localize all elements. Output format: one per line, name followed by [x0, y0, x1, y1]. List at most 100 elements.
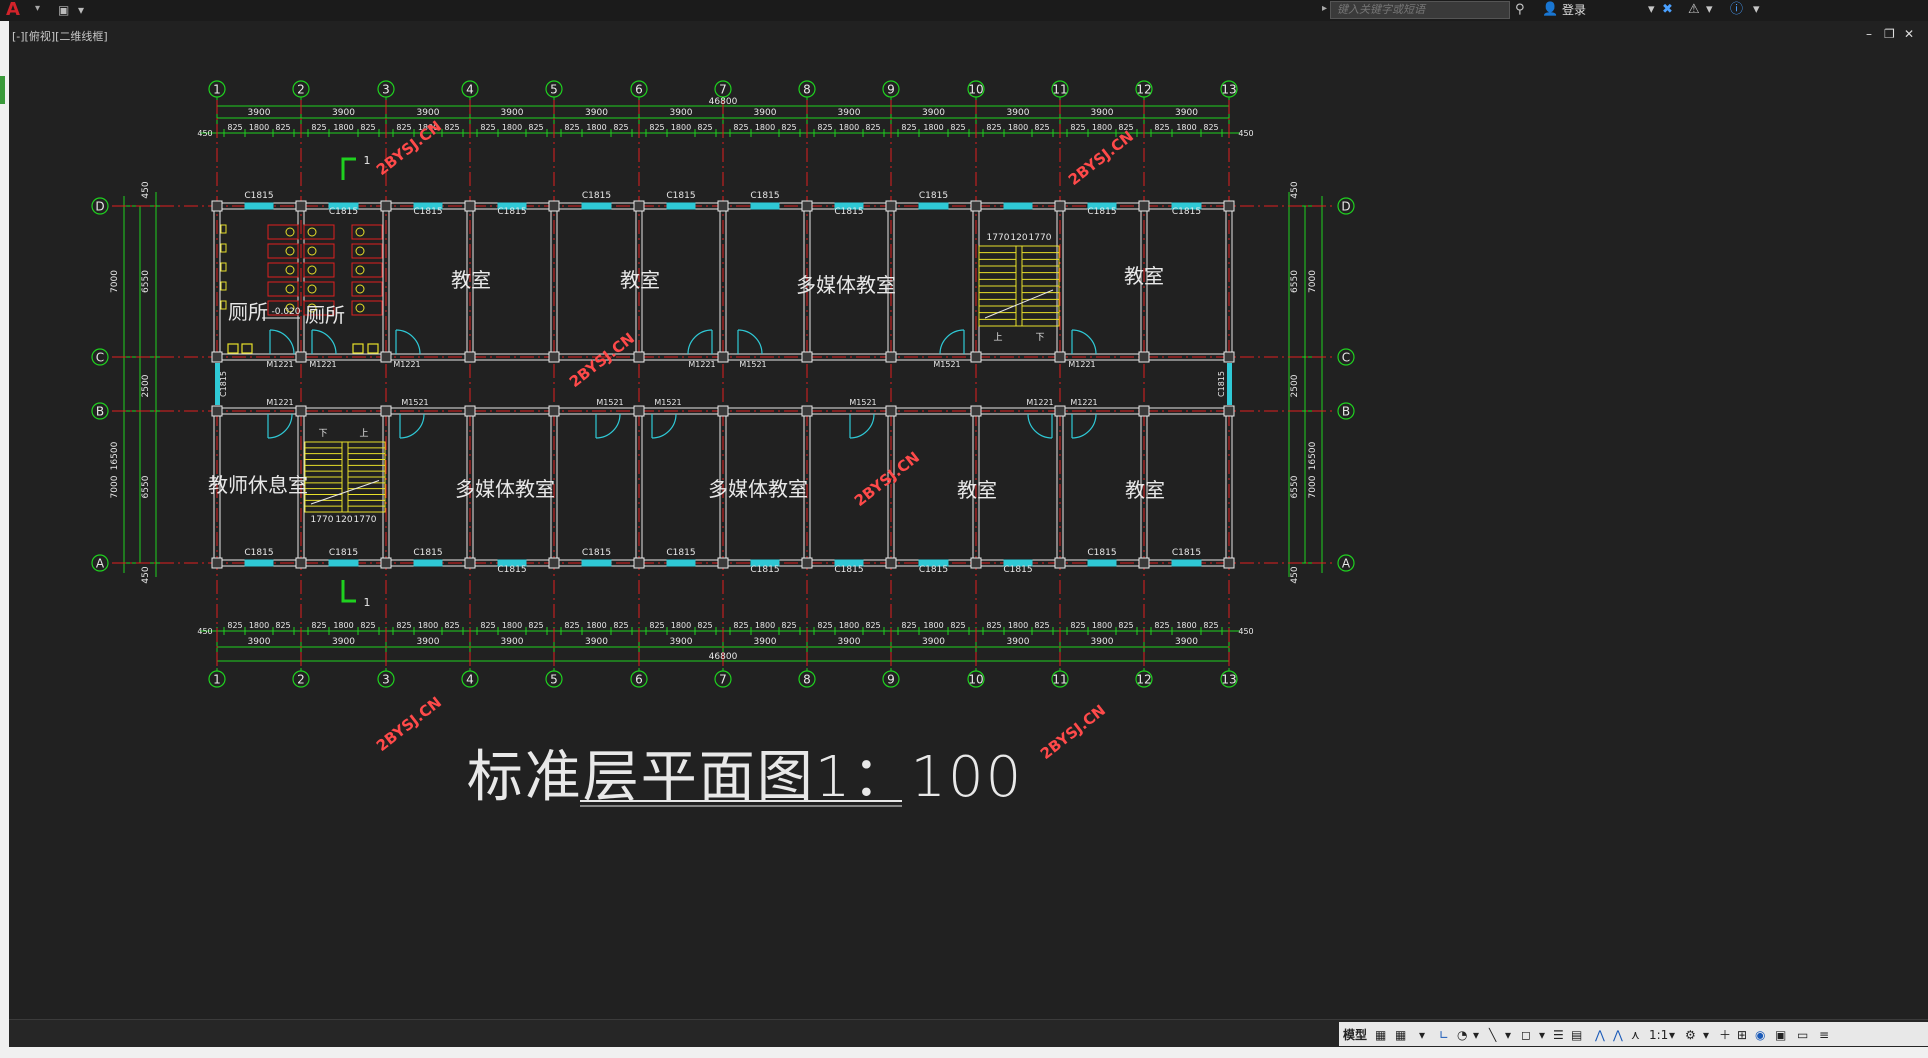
sub-dim-text: 825	[1154, 123, 1169, 132]
door-label: M1221	[1068, 360, 1095, 369]
save-icon[interactable]: ▣	[58, 2, 69, 18]
bay-dim-text: 3900	[1175, 108, 1198, 118]
window	[1087, 559, 1117, 567]
restore-icon[interactable]: ❐	[1884, 27, 1895, 41]
clean-screen-icon[interactable]: ▭	[1797, 1026, 1808, 1044]
binoculars-icon[interactable]: ⚲	[1515, 2, 1525, 18]
window-end	[1227, 363, 1232, 405]
sub-dim-text: 1800	[755, 123, 775, 132]
help-icon[interactable]: ⓘ	[1730, 2, 1743, 18]
search-input[interactable]	[1330, 1, 1510, 19]
sub-dim-text: 825	[1203, 621, 1218, 630]
side-tab[interactable]	[0, 76, 5, 104]
column	[1054, 200, 1066, 212]
polar-dropdown-icon[interactable]: ▾	[1473, 1026, 1479, 1044]
bay-dim-text: 3900	[922, 108, 945, 118]
column	[970, 405, 982, 417]
column	[1138, 351, 1150, 363]
minimize-icon[interactable]: –	[1866, 27, 1872, 41]
close-icon[interactable]: ✕	[1904, 27, 1914, 41]
osnap2-dropdown-icon[interactable]: ▾	[1539, 1026, 1545, 1044]
plus-icon[interactable]: ＋	[1719, 1026, 1731, 1044]
column	[211, 405, 223, 417]
window	[581, 559, 612, 567]
ortho-icon[interactable]: ∟	[1439, 1026, 1449, 1044]
sub-dim-text: 1800	[1008, 123, 1028, 132]
stair-well	[1015, 245, 1023, 327]
axis-number-label: 12	[1136, 673, 1151, 687]
a360-icon[interactable]: ⚠	[1688, 2, 1700, 18]
viewport-controls-label[interactable]: [-][俯视][二维线框]	[12, 28, 108, 44]
door-label: M1221	[688, 360, 715, 369]
column	[717, 351, 729, 363]
snap-dropdown-icon[interactable]: ▾	[1419, 1026, 1425, 1044]
annotation-auto-icon[interactable]: ⋏	[1631, 1026, 1640, 1044]
osnap-track-icon[interactable]: ╲	[1489, 1026, 1496, 1044]
annotation-visibility-icon[interactable]: ⋀	[1613, 1026, 1623, 1044]
bay-dim-text: 3900	[670, 108, 693, 118]
annotation-scale-value[interactable]: 1:1	[1649, 1026, 1668, 1044]
door-label: M1521	[849, 398, 876, 407]
room-label-厕所: 厕所	[305, 303, 345, 327]
sub-dim-text: 1800	[502, 123, 522, 132]
column	[548, 405, 560, 417]
axis-number-label: 8	[803, 673, 811, 687]
app-menu-dropdown-icon[interactable]: ▾	[35, 3, 40, 14]
window-label: C1815	[497, 207, 526, 217]
isolate-icon[interactable]: ◉	[1755, 1026, 1765, 1044]
window-label: C1815	[834, 565, 863, 575]
login-dropdown-icon[interactable]: ▾	[1648, 2, 1655, 18]
axis-letter-label: B	[96, 405, 104, 419]
sub-dim-text: 825	[360, 123, 375, 132]
customize-icon[interactable]: ≡	[1819, 1026, 1829, 1044]
hardware-icon[interactable]: ▣	[1775, 1026, 1786, 1044]
sub-dim-text: 825	[1118, 621, 1133, 630]
quick-access-dropdown-icon[interactable]: ▾	[78, 2, 84, 18]
a360-dropdown-icon[interactable]: ▾	[1706, 2, 1713, 18]
bay-dim-text: 3900	[1007, 108, 1030, 118]
sub-dim-text: 825	[311, 621, 326, 630]
units-icon[interactable]: ⊞	[1737, 1026, 1747, 1044]
side-dim-text: 7000	[110, 270, 120, 293]
scale-dropdown-icon[interactable]: ▾	[1669, 1026, 1675, 1044]
polar-icon[interactable]: ◔	[1457, 1026, 1467, 1044]
osnap-icon[interactable]: ◻	[1521, 1026, 1531, 1044]
door-swing	[737, 329, 763, 355]
sub-dim-text: 825	[865, 621, 880, 630]
window-label: C1815	[582, 548, 611, 558]
urinal	[220, 224, 227, 234]
snap-icon[interactable]: ▦	[1395, 1026, 1406, 1044]
grid-icon[interactable]: ▦	[1375, 1026, 1386, 1044]
door-label: M1221	[266, 360, 293, 369]
window	[244, 202, 274, 210]
door-label: M1221	[1070, 398, 1097, 407]
sub-dim-text: 1800	[586, 123, 606, 132]
login-button[interactable]: 登录	[1562, 2, 1586, 18]
osnap-dropdown-icon[interactable]: ▾	[1505, 1026, 1511, 1044]
lineweight-icon[interactable]: ☰	[1553, 1026, 1564, 1044]
column	[295, 405, 307, 417]
axis-number-label: 9	[887, 83, 895, 97]
sub-dim-text: 1800	[333, 621, 353, 630]
user-icon[interactable]: 👤	[1542, 2, 1558, 18]
model-space-button[interactable]: 模型	[1343, 1026, 1367, 1044]
axis-number-label: 2	[297, 673, 305, 687]
exchange-icon[interactable]: ✖	[1662, 2, 1673, 18]
column	[970, 200, 982, 212]
sub-dim-text: 1800	[839, 123, 859, 132]
window	[413, 559, 443, 567]
annotation-scale-icon[interactable]: ⋀	[1595, 1026, 1605, 1044]
axis-letter-label: C	[96, 351, 104, 365]
autocad-logo-icon[interactable]: A	[6, 0, 34, 20]
sub-dim-text: 825	[986, 621, 1001, 630]
search-expand-icon[interactable]: ▸	[1322, 3, 1327, 14]
sub-dim-text: 825	[528, 621, 543, 630]
drawing-viewport[interactable]: 1 1 2 2 3 3 4 4 5 5 6 6 7 7 8 8 9 9 10 10 11 11 12 12 13 13 D D C C B B…	[9, 21, 1928, 1019]
door-swing	[939, 329, 965, 355]
help-dropdown-icon[interactable]: ▾	[1753, 2, 1760, 18]
workspace-gear-icon[interactable]: ⚙	[1685, 1026, 1696, 1044]
transparency-icon[interactable]: ▤	[1571, 1026, 1582, 1044]
door-swing	[1027, 413, 1053, 439]
workspace-dropdown-icon[interactable]: ▾	[1703, 1026, 1709, 1044]
sub-dim-text: 825	[1034, 621, 1049, 630]
